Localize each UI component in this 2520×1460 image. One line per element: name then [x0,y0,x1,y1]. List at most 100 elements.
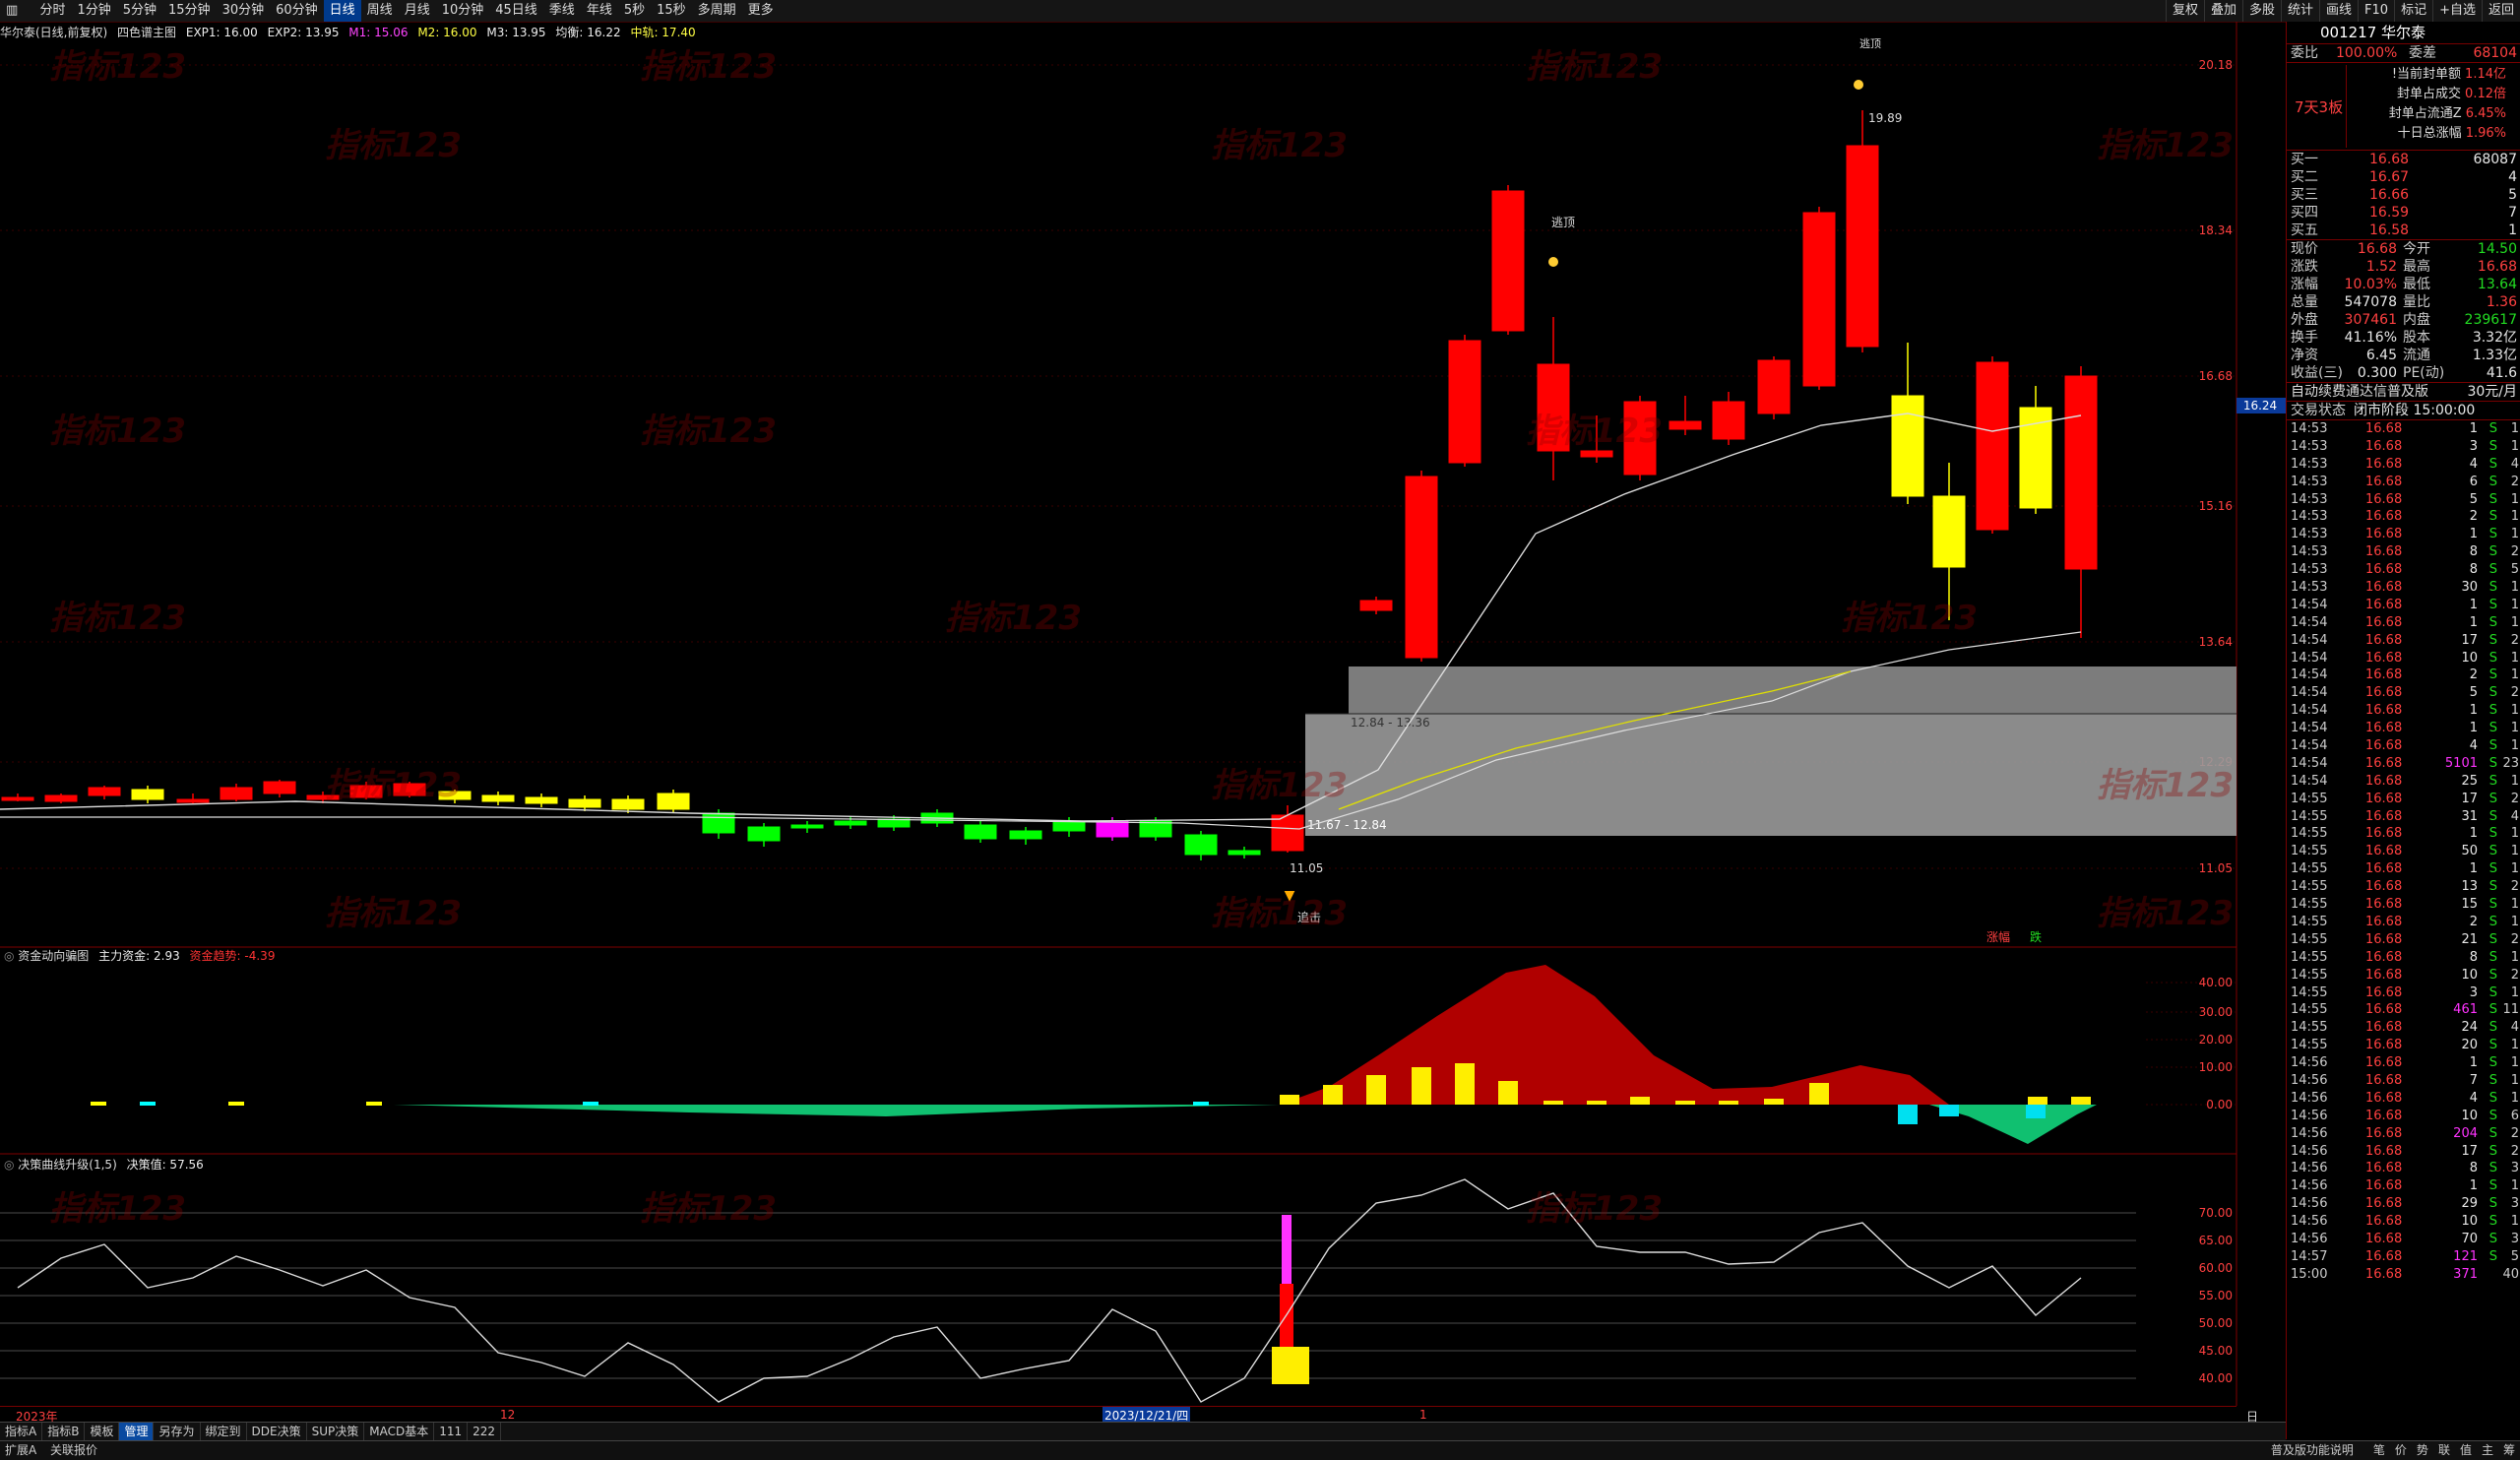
period-0[interactable]: 分时 [33,0,71,22]
tab-5[interactable]: 绑定到 [201,1423,247,1440]
tick-list[interactable]: 14:53 16.68 1 S 1 14:53 16.68 3 S 1 14:53 16.68 4 S 4 1… [2287,420,2520,1284]
status-right-3[interactable]: 价 [2390,1441,2412,1460]
tick-count: 1 [2510,1214,2519,1230]
tick-side: S [2488,1038,2497,1053]
tick-time: 14:54 [2291,721,2328,736]
seal-line-value: 6.45% [2465,106,2506,121]
stock-title[interactable]: 华尔泰(日线,前复权) [0,26,107,39]
tick-volume: 5 [2469,685,2478,701]
bid-row[interactable]: 买二 16.67 4 [2287,168,2520,186]
tool-6[interactable]: 标记 [2394,0,2432,22]
tick-side: S [2488,967,2497,983]
period-7[interactable]: 周线 [361,0,399,22]
tick-count: 1 [2510,914,2519,929]
status-right-6[interactable]: 值 [2455,1441,2477,1460]
menu-icon[interactable]: ▥ [0,0,24,22]
tool-4[interactable]: 画线 [2319,0,2358,22]
period-3[interactable]: 15分钟 [162,0,217,22]
tab-3[interactable]: 管理 [119,1423,155,1440]
tab-8[interactable]: MACD基本 [364,1423,435,1440]
period-16[interactable]: 更多 [742,0,780,22]
period-15[interactable]: 多周期 [692,0,742,22]
status-right-7[interactable]: 主 [2477,1441,2498,1460]
tool-1[interactable]: 叠加 [2203,0,2242,22]
price-label: 13.64 [2199,635,2233,649]
tick-price: 16.68 [2365,438,2403,454]
period-9[interactable]: 10分钟 [436,0,490,22]
tick-row: 14:54 16.68 1 S 1 [2287,720,2520,737]
status-right-4[interactable]: 势 [2412,1441,2433,1460]
tick-time: 14:55 [2291,914,2328,929]
period-11[interactable]: 季线 [543,0,581,22]
tool-8[interactable]: 返回 [2481,0,2520,22]
indicator-name[interactable]: 四色谱主图 [117,26,176,39]
tick-price: 16.68 [2365,544,2403,560]
status-right-0[interactable]: 普及版功能说明 [2266,1441,2359,1460]
tab-6[interactable]: DDE决策 [247,1423,307,1440]
stat-row: 涨跌 1.52 最高 16.68 [2287,258,2520,276]
period-8[interactable]: 月线 [399,0,436,22]
sub2-title[interactable]: 决策曲线升级(1,5) [18,1158,116,1172]
promo-text[interactable]: 自动续费通达信普及版 [2291,383,2428,401]
tick-count: 1 [2510,897,2519,913]
bid-row[interactable]: 买四 16.59 7 [2287,204,2520,222]
bid-row[interactable]: 买三 16.66 5 [2287,186,2520,204]
sub1-y-label: 20.00 [2199,1033,2233,1047]
period-1[interactable]: 1分钟 [71,0,116,22]
status-ext-a[interactable]: 扩展A [0,1441,41,1460]
tool-3[interactable]: 统计 [2281,0,2319,22]
period-2[interactable]: 5分钟 [117,0,162,22]
status-right-8[interactable]: 筹 [2498,1441,2520,1460]
tick-volume: 1 [2469,614,2478,630]
period-14[interactable]: 15秒 [651,0,692,22]
status-right-5[interactable]: 联 [2433,1441,2455,1460]
period-toolbar: ▥ 分时 1分钟 5分钟 15分钟 30分钟 60分钟 日线 周线 月线 10分钟 45日线 季线 年线… [0,0,2520,23]
tab-2[interactable]: 模板 [85,1423,120,1440]
tick-price: 16.68 [2365,1196,2403,1212]
kline-chart-area[interactable]: 20.1818.3416.6815.1613.6412.2911.0516.24… [0,22,2286,1406]
tick-row: 14:54 16.68 5101 S 23 [2287,755,2520,773]
decision-bar-magenta [1282,1215,1292,1284]
tick-time: 14:53 [2291,527,2328,542]
status-linked-quote[interactable]: 关联报价 [45,1441,102,1460]
bid-label: 买四 [2291,205,2318,221]
promo-row[interactable]: 自动续费通达信普及版 30元/月 [2287,383,2520,402]
tick-count: 4 [2510,1020,2519,1036]
candle-body [702,812,735,834]
tick-side: S [2488,597,2497,612]
status-right-2[interactable]: 笔 [2368,1441,2390,1460]
period-10[interactable]: 45日线 [489,0,543,22]
weibi-row: 委比 100.00% 委差 68104 [2287,44,2520,63]
period-5[interactable]: 60分钟 [270,0,324,22]
tool-0[interactable]: 复权 [2165,0,2204,22]
stat-value: 16.68 [2357,241,2397,257]
sub1-title[interactable]: 资金动向骗图 [18,949,89,963]
tick-volume: 2 [2469,667,2478,683]
period-4[interactable]: 30分钟 [217,0,271,22]
tick-time: 14:56 [2291,1161,2328,1176]
tool-7[interactable]: +自选 [2432,0,2482,22]
tab-4[interactable]: 另存为 [154,1423,201,1440]
tab-0[interactable]: 指标A [0,1423,43,1440]
tab-9[interactable]: 111 [434,1423,469,1440]
bid-row[interactable]: 买五 16.58 1 [2287,222,2520,239]
bid-row[interactable]: 买一 16.68 68087 [2287,151,2520,168]
stock-code-name[interactable]: 001217 华尔泰 [2287,22,2520,44]
period-12[interactable]: 年线 [581,0,618,22]
tick-side: S [2488,667,2497,683]
period-13[interactable]: 5秒 [618,0,651,22]
tick-time: 14:54 [2291,650,2328,666]
tab-7[interactable]: SUP决策 [307,1423,365,1440]
tool-5[interactable]: F10 [2358,0,2394,22]
tick-count: 2 [2510,474,2519,489]
m2-value: M2: 16.00 [417,26,477,39]
tab-1[interactable]: 指标B [42,1423,86,1440]
tab-10[interactable]: 222 [468,1423,502,1440]
tick-volume: 121 [2453,1248,2478,1264]
tool-2[interactable]: 多股 [2241,0,2281,22]
tick-time: 14:53 [2291,580,2328,596]
candle-body [1537,363,1570,452]
fund-bar [1587,1101,1606,1105]
period-6[interactable]: 日线 [323,0,361,22]
stat-value: 1.33亿 [2472,348,2517,363]
